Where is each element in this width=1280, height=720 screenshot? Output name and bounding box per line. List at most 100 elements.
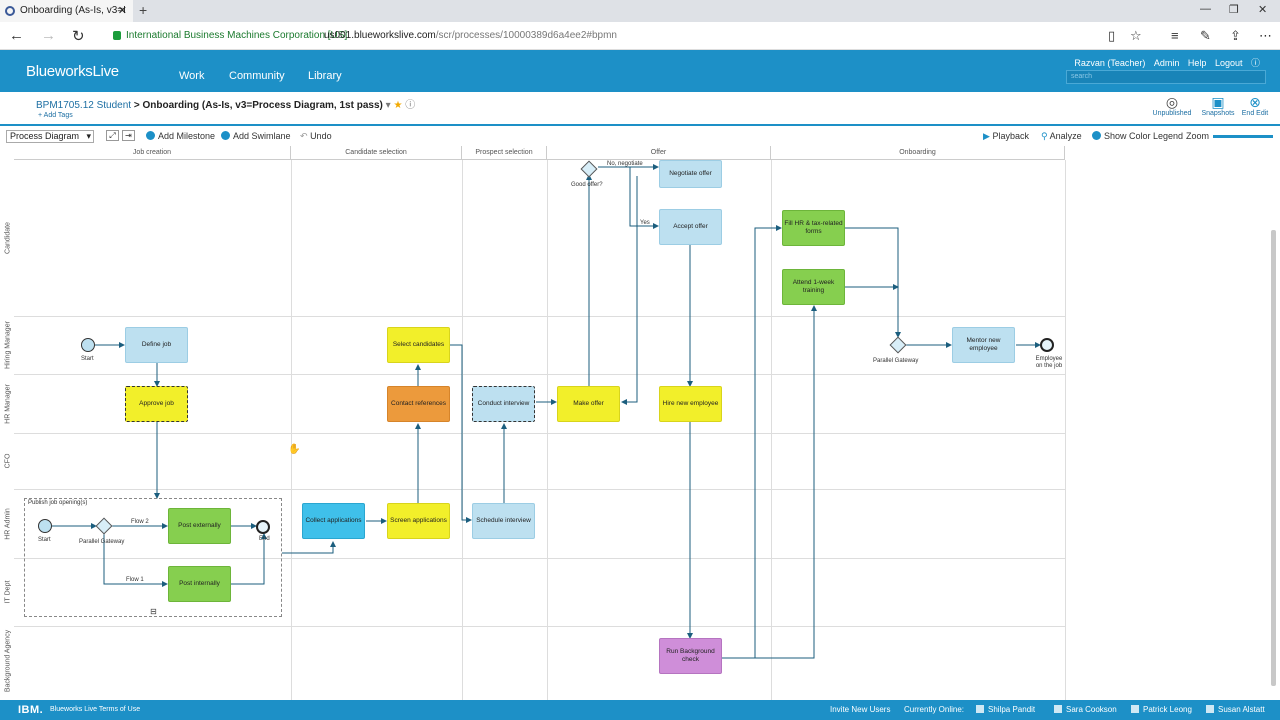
nav-work[interactable]: Work	[179, 70, 204, 82]
add-milestone-button[interactable]: Add Milestone	[146, 131, 215, 141]
more-icon[interactable]: ⋯	[1259, 28, 1272, 44]
zoom-slider[interactable]	[1213, 135, 1273, 138]
snapshots-button[interactable]: ▣ Snapshots	[1198, 94, 1238, 117]
task-make-offer[interactable]: Make offer	[557, 386, 620, 422]
blueworks-logo[interactable]: BlueworksLive	[26, 63, 119, 80]
task-contact-references[interactable]: Contact references	[387, 386, 450, 422]
playback-label: Playback	[992, 131, 1029, 141]
reading-view-icon[interactable]: ▯	[1108, 28, 1115, 44]
task-mentor-new-employee[interactable]: Mentor new employee	[952, 327, 1015, 363]
online-user-name: Shilpa Pandit	[988, 705, 1036, 714]
magnifier-icon: ⚲	[1041, 131, 1048, 141]
start-event[interactable]	[38, 519, 52, 533]
analyze-button[interactable]: ⚲ Analyze	[1041, 131, 1082, 142]
online-user-name: Sara Cookson	[1066, 705, 1117, 714]
task-hire-new-employee[interactable]: Hire new employee	[659, 386, 722, 422]
diagram-toolbar: Process Diagram ▾ ⤢ ⇥ Add Milestone Add …	[0, 128, 1280, 146]
refresh-icon[interactable]: ↻	[72, 27, 85, 45]
playback-button[interactable]: ▶ Playback	[983, 131, 1029, 142]
end-edit-label: End Edit	[1241, 110, 1269, 117]
unpublished-button[interactable]: ◎ Unpublished	[1152, 94, 1192, 117]
add-swimlane-label: Add Swimlane	[233, 131, 291, 141]
admin-link[interactable]: Admin	[1154, 58, 1180, 68]
add-tags-link[interactable]: + Add Tags	[38, 112, 73, 119]
snapshots-label: Snapshots	[1201, 110, 1235, 117]
vertical-scrollbar[interactable]	[1271, 230, 1276, 686]
task-select-candidates[interactable]: Select candidates	[387, 327, 450, 363]
process-title: Onboarding (As-Is, v3=Process Diagram, 1…	[142, 100, 383, 111]
help-link[interactable]: Help	[1188, 58, 1207, 68]
url-field[interactable]: us001.blueworkslive.com/scr/processes/10…	[324, 30, 617, 41]
info-icon[interactable]: ⓘ	[405, 100, 415, 111]
end-event[interactable]	[256, 520, 270, 534]
info-icon[interactable]: ⓘ	[1251, 58, 1260, 68]
new-tab-icon[interactable]: +	[139, 2, 147, 18]
nav-community[interactable]: Community	[229, 70, 285, 82]
show-color-legend-button[interactable]: Show Color Legend	[1092, 131, 1183, 141]
zoom-label: Zoom	[1186, 131, 1210, 141]
blueworks-favicon-icon	[5, 6, 15, 16]
browser-tab[interactable]: Onboarding (As-Is, v3=I ✕	[0, 0, 133, 22]
undo-button[interactable]: ↶ Undo	[300, 131, 332, 142]
no-negotiate-label: No, negotiate	[607, 161, 643, 167]
online-user[interactable]: Shilpa Pandit	[976, 705, 1035, 714]
task-accept-offer[interactable]: Accept offer	[659, 209, 722, 245]
avatar	[976, 705, 984, 713]
forward-icon[interactable]: →	[41, 27, 56, 44]
task-attend-training[interactable]: Attend 1-week training	[782, 269, 845, 305]
search-input[interactable]: search	[1066, 70, 1266, 84]
terms-link[interactable]: Blueworks Live Terms of Use	[50, 706, 140, 713]
task-fill-hr-forms[interactable]: Fill HR & tax-related forms	[782, 210, 845, 246]
add-swimlane-button[interactable]: Add Swimlane	[221, 131, 291, 141]
task-schedule-interview[interactable]: Schedule interview	[472, 503, 535, 539]
task-approve-job[interactable]: Approve job	[125, 386, 188, 422]
task-post-internally[interactable]: Post internally	[168, 566, 231, 602]
invite-users-link[interactable]: Invite New Users	[830, 705, 890, 714]
fit-to-screen-icon[interactable]: ⤢	[106, 130, 119, 141]
space-link[interactable]: BPM1705.12 Student	[36, 100, 131, 111]
url-host: us001.blueworkslive.com	[324, 30, 436, 41]
favorite-star-icon[interactable]: ☆	[1130, 28, 1142, 44]
task-negotiate-offer[interactable]: Negotiate offer	[659, 160, 722, 188]
task-post-externally[interactable]: Post externally	[168, 508, 231, 544]
share-icon[interactable]: ⇪	[1230, 28, 1241, 44]
parallel-gateway-label: Parallel Gateway	[79, 539, 125, 545]
analyze-label: Analyze	[1049, 131, 1082, 141]
process-canvas[interactable]: Job creation Candidate selection Prospec…	[0, 146, 1280, 700]
nav-library[interactable]: Library	[308, 70, 342, 82]
favorite-star-icon[interactable]: ★	[393, 100, 402, 111]
color-legend-icon	[1092, 131, 1101, 140]
minimize-icon[interactable]: —	[1200, 3, 1211, 15]
online-user[interactable]: Sara Cookson	[1054, 705, 1117, 714]
close-tab-icon[interactable]: ✕	[118, 0, 127, 22]
start-event[interactable]	[81, 338, 95, 352]
hub-icon[interactable]: ≡	[1171, 28, 1179, 43]
view-select[interactable]: Process Diagram ▾	[6, 130, 94, 143]
flow1-label: Flow 1	[126, 577, 144, 583]
arrow-tool-icon[interactable]: ⇥	[122, 130, 135, 141]
close-window-icon[interactable]: ✕	[1258, 3, 1267, 16]
task-screen-applications[interactable]: Screen applications	[387, 503, 450, 539]
online-user[interactable]: Susan Alstatt	[1206, 705, 1265, 714]
end-edit-button[interactable]: ⊗ End Edit	[1235, 94, 1275, 117]
chevron-down-icon[interactable]: ▾	[386, 100, 391, 111]
logout-link[interactable]: Logout	[1215, 58, 1243, 68]
task-define-job[interactable]: Define job	[125, 327, 188, 363]
restore-icon[interactable]: ❐	[1229, 3, 1239, 16]
collapse-icon[interactable]: ⊟	[150, 607, 157, 616]
web-note-icon[interactable]: ✎	[1200, 28, 1211, 44]
play-icon: ▶	[983, 131, 990, 141]
end-event[interactable]	[1040, 338, 1054, 352]
add-milestone-label: Add Milestone	[158, 131, 216, 141]
task-conduct-interview[interactable]: Conduct interview	[472, 386, 535, 422]
avatar	[1131, 705, 1139, 713]
undo-label: Undo	[310, 131, 332, 141]
show-color-legend-label: Show Color Legend	[1104, 131, 1184, 141]
task-run-background-check[interactable]: Run Background check	[659, 638, 722, 674]
task-collect-applications[interactable]: Collect applications	[302, 503, 365, 539]
address-bar: ← → ↻ International Business Machines Co…	[0, 22, 1280, 50]
back-icon[interactable]: ←	[9, 27, 24, 44]
online-user[interactable]: Patrick Leong	[1131, 705, 1192, 714]
subprocess-publish-job-openings[interactable]	[24, 498, 282, 617]
user-name-link[interactable]: Razvan (Teacher)	[1074, 58, 1145, 68]
